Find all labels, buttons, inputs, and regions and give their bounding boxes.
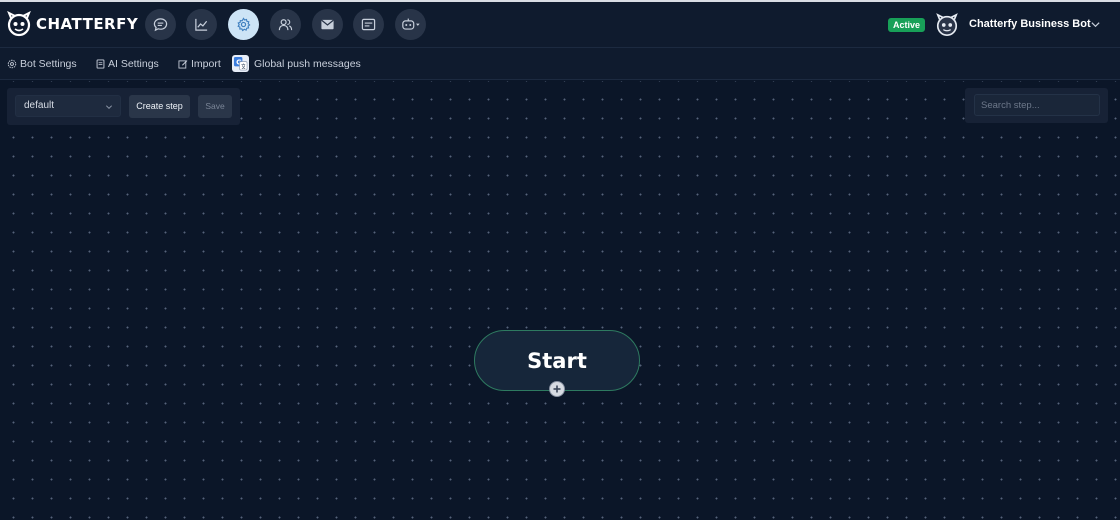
document-icon bbox=[96, 59, 105, 69]
settings-subnav: Bot Settings AI Settings Import G Global… bbox=[0, 48, 1120, 80]
flow-select[interactable]: default bbox=[15, 95, 121, 117]
message-box-icon bbox=[361, 18, 376, 31]
status-badge: Active bbox=[888, 18, 926, 32]
chevron-down-icon[interactable] bbox=[1090, 19, 1101, 30]
nav-settings-button[interactable] bbox=[228, 9, 259, 40]
gear-icon bbox=[237, 17, 251, 32]
bot-name[interactable]: Chatterfy Business Bot bbox=[969, 18, 1091, 30]
app-name: CHATTERFY bbox=[36, 15, 139, 33]
users-icon bbox=[278, 19, 293, 31]
save-button[interactable]: Save bbox=[198, 95, 232, 118]
plus-icon bbox=[553, 385, 561, 393]
nav-users-button[interactable] bbox=[270, 9, 301, 40]
nav-chat-button[interactable] bbox=[145, 9, 176, 40]
flow-canvas[interactable] bbox=[0, 81, 1120, 520]
subnav-ai-settings-label: AI Settings bbox=[108, 58, 159, 70]
chat-bubble-icon bbox=[153, 18, 168, 32]
top-bar: CHATTERFY Active Chatterfy Business Bot bbox=[0, 0, 1120, 48]
subnav-bot-settings[interactable]: Bot Settings bbox=[7, 57, 77, 71]
edit-icon bbox=[178, 60, 188, 69]
gear-icon bbox=[7, 59, 17, 69]
flow-select-value: default bbox=[24, 100, 55, 111]
subnav-import-label: Import bbox=[191, 58, 221, 70]
analytics-chart-icon bbox=[195, 18, 208, 31]
subnav-ai-settings[interactable]: AI Settings bbox=[96, 57, 159, 71]
add-step-button[interactable] bbox=[549, 381, 565, 397]
start-node-label: Start bbox=[527, 348, 587, 373]
mail-icon bbox=[321, 19, 334, 30]
subnav-import[interactable]: Import bbox=[178, 57, 221, 71]
search-step-input[interactable] bbox=[974, 94, 1100, 116]
subnav-global-push[interactable]: G Global push messages bbox=[232, 54, 361, 73]
chevron-down-icon bbox=[105, 105, 113, 110]
nav-analytics-button[interactable] bbox=[186, 9, 217, 40]
bot-avatar-icon bbox=[936, 13, 958, 36]
app-logo[interactable]: CHATTERFY bbox=[6, 10, 138, 38]
robot-icon bbox=[401, 18, 420, 30]
nav-bots-dropdown-button[interactable] bbox=[395, 9, 426, 40]
flow-toolbar: default Create step Save bbox=[7, 88, 240, 125]
nav-mail-button[interactable] bbox=[312, 9, 343, 40]
robot-logo-icon bbox=[7, 11, 31, 37]
subnav-global-push-label: Global push messages bbox=[254, 57, 361, 70]
subnav-bot-settings-label: Bot Settings bbox=[20, 58, 77, 70]
nav-messages-button[interactable] bbox=[353, 9, 384, 40]
translate-icon: G bbox=[232, 55, 249, 72]
create-step-button[interactable]: Create step bbox=[129, 95, 190, 118]
search-panel bbox=[965, 88, 1108, 123]
